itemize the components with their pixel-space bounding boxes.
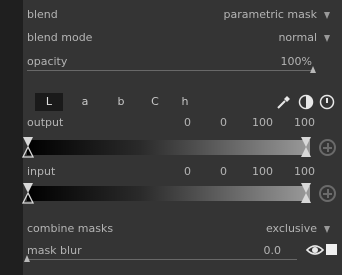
tab-b[interactable]: b: [111, 93, 131, 111]
tab-C[interactable]: C: [145, 93, 165, 111]
output-plus-circle-icon[interactable]: [319, 139, 336, 156]
output-value-2: 0: [220, 116, 227, 129]
color-picker-icon[interactable]: [276, 94, 292, 110]
input-right-marker-icon[interactable]: [300, 182, 312, 204]
output-gradient-bar[interactable]: [27, 140, 310, 155]
output-right-marker-icon[interactable]: [300, 136, 312, 158]
blend-mode-dropdown-arrow-icon[interactable]: [324, 35, 330, 42]
input-value-3: 100: [252, 165, 273, 178]
input-label: input: [27, 165, 56, 178]
output-value-3: 100: [252, 116, 273, 129]
combine-masks-label: combine masks: [27, 222, 114, 235]
opacity-handle[interactable]: [310, 66, 316, 73]
input-left-marker-icon[interactable]: [22, 182, 34, 204]
mask-blur-value[interactable]: 0.0: [264, 244, 282, 257]
half-circle-invert-icon[interactable]: [298, 94, 314, 110]
tab-h[interactable]: h: [175, 93, 195, 111]
combine-masks-value[interactable]: exclusive: [266, 222, 317, 235]
output-left-marker-icon[interactable]: [22, 136, 34, 158]
input-value-1: 0: [184, 165, 191, 178]
blend-label: blend: [27, 8, 58, 21]
output-value-1: 0: [184, 116, 191, 129]
input-gradient-bar[interactable]: [27, 186, 310, 201]
tab-a[interactable]: a: [75, 93, 95, 111]
opacity-track[interactable]: [27, 70, 314, 71]
square-icon[interactable]: [326, 244, 337, 255]
blend-panel: blend parametric mask blend mode normal …: [22, 0, 342, 275]
mask-blur-track[interactable]: [27, 259, 297, 260]
input-plus-circle-icon[interactable]: [319, 185, 336, 202]
eye-icon[interactable]: [306, 243, 324, 257]
blend-mode-value[interactable]: normal: [278, 31, 317, 44]
output-label: output: [27, 116, 64, 129]
mask-blur-handle[interactable]: [24, 255, 30, 262]
input-value-4: 100: [294, 165, 315, 178]
power-reset-icon[interactable]: [319, 94, 335, 110]
blend-dropdown-arrow-icon[interactable]: [324, 12, 330, 19]
blend-mode-label: blend mode: [27, 31, 93, 44]
input-value-2: 0: [220, 165, 227, 178]
mask-blur-label: mask blur: [27, 244, 82, 257]
opacity-value[interactable]: 100%: [281, 55, 312, 68]
output-value-4: 100: [294, 116, 315, 129]
tab-L[interactable]: L: [35, 93, 63, 111]
opacity-label: opacity: [27, 55, 68, 68]
blend-value[interactable]: parametric mask: [224, 8, 317, 21]
combine-masks-dropdown-arrow-icon[interactable]: [324, 226, 330, 233]
